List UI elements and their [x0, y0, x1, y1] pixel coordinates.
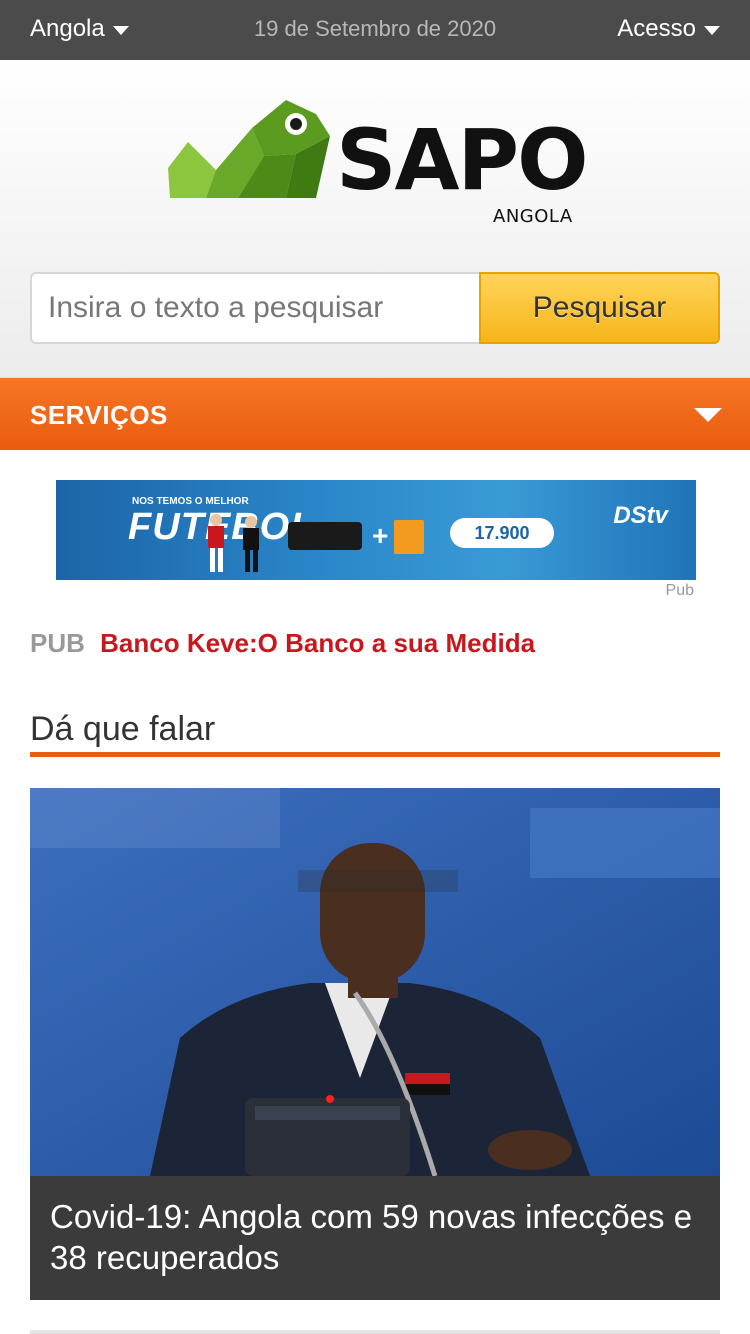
logo-subtitle: ANGOLA	[493, 206, 573, 227]
chevron-down-icon	[704, 25, 720, 35]
plus-sign: +	[372, 520, 389, 551]
logo-wordmark: SAPO	[336, 111, 588, 209]
decoder-image	[288, 522, 362, 550]
football-players-image	[208, 514, 259, 572]
access-menu[interactable]: Acesso	[617, 15, 720, 43]
next-article-edge	[30, 1330, 720, 1334]
access-label: Acesso	[617, 15, 696, 42]
featured-article-image	[30, 788, 720, 1176]
section-title: Dá que falar	[30, 710, 216, 748]
banner-price: 17.900	[450, 518, 554, 548]
region-selector[interactable]: Angola	[30, 15, 129, 43]
sponsored-link[interactable]: Banco Keve:O Banco a sua Medida	[100, 628, 535, 658]
chevron-down-icon	[112, 25, 129, 35]
top-bar: Angola 19 de Setembro de 2020 Acesso	[0, 0, 750, 60]
search-form: Pesquisar	[30, 272, 720, 344]
featured-article[interactable]: Covid-19: Angola com 59 novas infecções …	[30, 788, 720, 1300]
services-label: SERVIÇOS	[30, 400, 168, 430]
search-button[interactable]: Pesquisar	[479, 272, 720, 344]
region-label: Angola	[30, 15, 105, 42]
search-input[interactable]	[30, 272, 479, 344]
sapo-logo[interactable]: SAPO ANGOLA	[166, 98, 588, 230]
services-bar[interactable]: SERVIÇOS	[0, 378, 750, 450]
card-image	[394, 520, 424, 554]
banner-brand: DStv	[613, 502, 668, 529]
ad-banner[interactable]: NOS TEMOS O MELHOR FUTEBOL + 17.900 DStv	[56, 480, 696, 580]
triangle-down-icon	[694, 408, 722, 422]
frog-logo-icon	[168, 100, 330, 198]
section-divider	[30, 752, 720, 757]
ad-label: Pub	[665, 582, 694, 599]
site-header: SAPO ANGOLA Pesquisar	[0, 60, 750, 378]
sponsored-line: PUB Banco Keve:O Banco a sua Medida	[30, 628, 535, 659]
featured-article-title: Covid-19: Angola com 59 novas infecções …	[30, 1176, 720, 1300]
sponsored-tag: PUB	[30, 628, 85, 658]
